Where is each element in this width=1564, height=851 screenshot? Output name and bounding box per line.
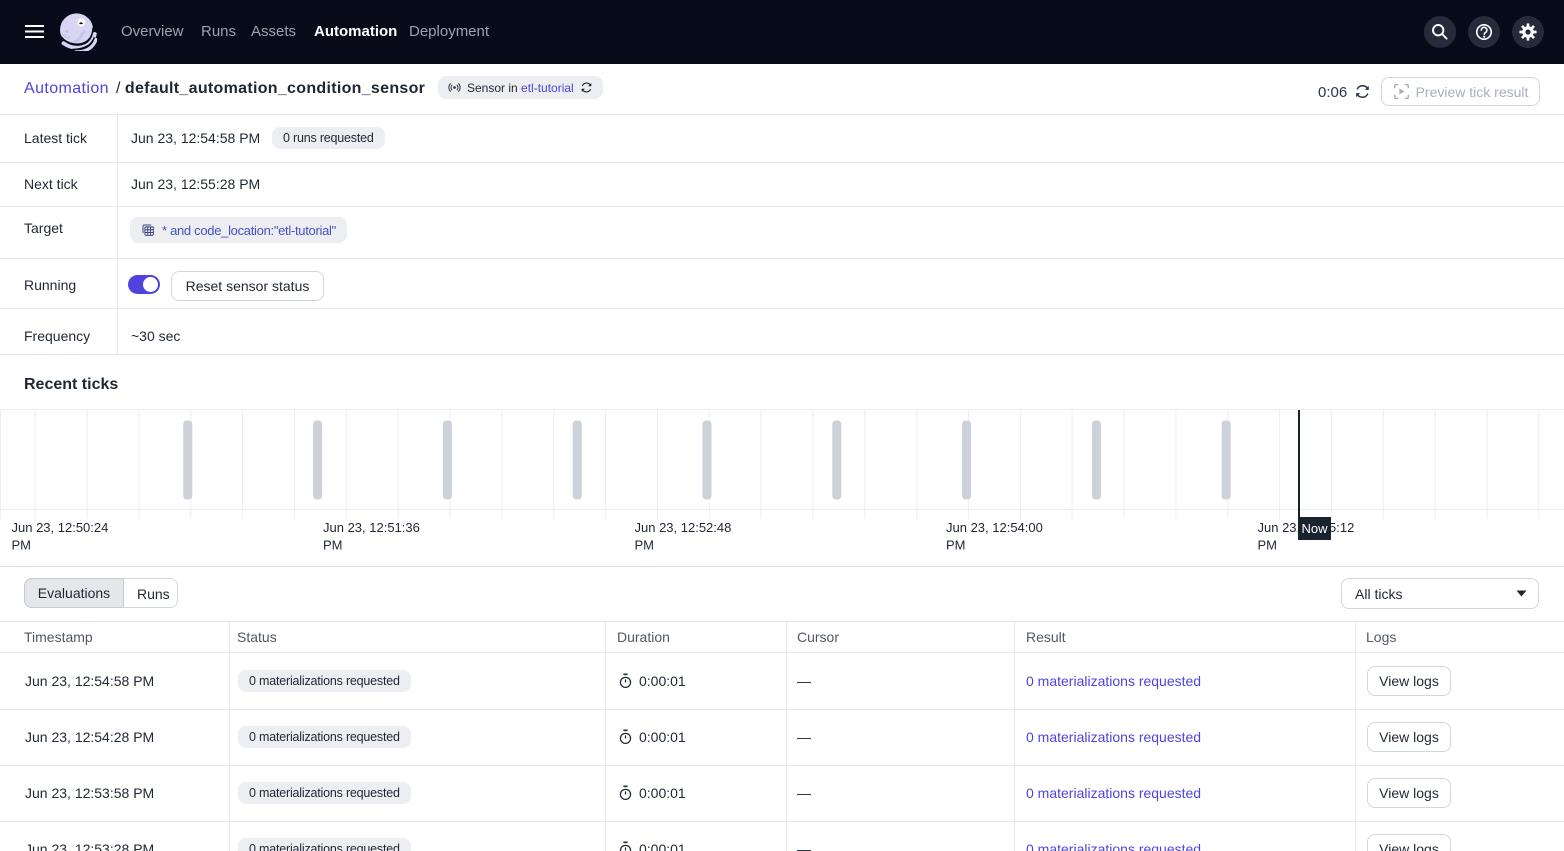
svg-text:Jun 23, 12:54:00: Jun 23, 12:54:00 [946, 520, 1043, 535]
svg-text:Jun 23, 12:52:48: Jun 23, 12:52:48 [635, 520, 732, 535]
svg-text:PM: PM [323, 538, 343, 553]
svg-text:PM: PM [12, 538, 32, 553]
svg-text:Jun 23, 12:51:36: Jun 23, 12:51:36 [323, 520, 420, 535]
svg-text:PM: PM [1258, 538, 1278, 553]
svg-text:Now: Now [1301, 521, 1328, 536]
svg-text:PM: PM [635, 538, 655, 553]
svg-text:Jun 23, 12:50:24: Jun 23, 12:50:24 [12, 520, 109, 535]
svg-text:PM: PM [946, 538, 966, 553]
